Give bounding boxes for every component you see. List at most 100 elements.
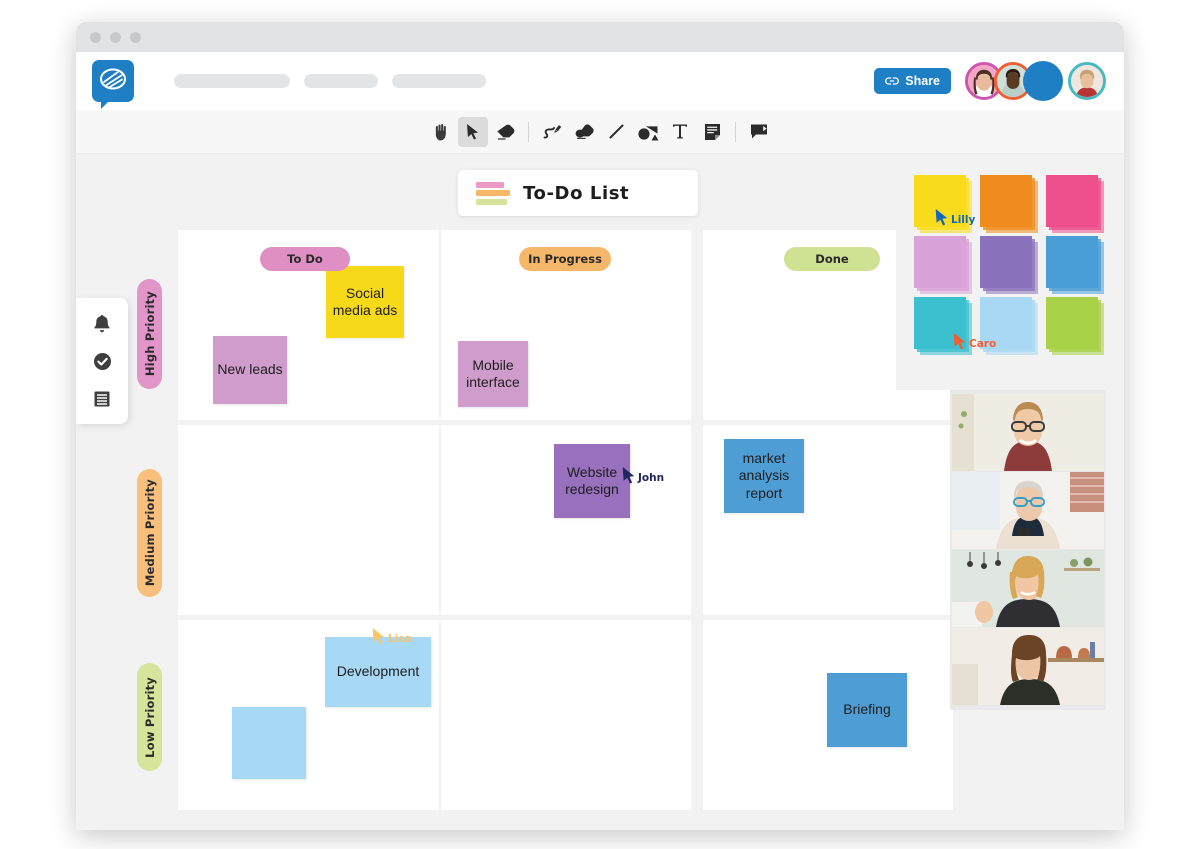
participant-3-video <box>952 550 1104 627</box>
header-actions: Share <box>874 61 1106 101</box>
line-icon <box>609 124 623 139</box>
column-header-done[interactable]: Done <box>784 247 880 271</box>
column-header-inprogress[interactable]: In Progress <box>519 247 611 271</box>
toolbar-separator-1 <box>528 121 529 142</box>
row-label-medium-text: Medium Priority <box>142 479 157 587</box>
nav-placeholders <box>174 74 486 88</box>
palette-swatch-teal[interactable] <box>914 297 972 355</box>
bell-glyph <box>94 314 110 332</box>
palette-swatch-lilac[interactable] <box>914 236 972 294</box>
sticky-note-palette <box>896 154 1124 390</box>
sticky-note-mobile-interface[interactable]: Mobile interface <box>458 341 528 407</box>
cell-todo-medium[interactable] <box>178 425 439 615</box>
palette-grid <box>914 175 1124 355</box>
list-bars-icon <box>476 181 510 205</box>
sticky-note-development[interactable]: Development <box>325 637 431 707</box>
shapes-icon <box>638 125 659 140</box>
cursor-arrow-icon <box>467 123 478 140</box>
list-bar-1 <box>476 181 504 188</box>
avatar-3[interactable] <box>1023 61 1063 101</box>
link-icon <box>885 77 900 85</box>
tool-shapes[interactable] <box>633 117 663 147</box>
row-label-high[interactable]: High Priority <box>137 279 162 389</box>
share-button[interactable]: Share <box>874 68 951 94</box>
check-circle-icon[interactable] <box>89 348 115 374</box>
minimize-button[interactable] <box>110 31 121 43</box>
sticky-note-social-media-ads[interactable]: Social media ads <box>326 266 404 338</box>
list-icon[interactable] <box>89 386 115 412</box>
participant-1-video <box>952 394 1104 471</box>
video-tile-participant-1[interactable] <box>952 394 1104 471</box>
app-header: Share <box>76 52 1124 110</box>
highlighter-icon <box>575 123 594 139</box>
cell-inprogress-low[interactable] <box>441 620 691 810</box>
list-bar-2 <box>476 190 510 196</box>
video-tile-participant-3[interactable] <box>952 550 1104 627</box>
palette-swatch-green[interactable] <box>1046 297 1104 355</box>
palette-swatch-purple[interactable] <box>980 236 1038 294</box>
participant-4-video <box>952 628 1104 705</box>
hand-icon <box>435 123 446 140</box>
sticky-note-text: Website redesign <box>565 463 619 498</box>
tool-sticky-note[interactable] <box>697 117 727 147</box>
tool-select[interactable] <box>458 116 488 147</box>
sticky-note-website-redesign[interactable]: Website redesign <box>554 444 630 518</box>
video-call-panel <box>950 390 1106 710</box>
column-header-inprogress-label: In Progress <box>528 252 602 266</box>
tool-text[interactable] <box>665 117 695 147</box>
palette-swatch-blue[interactable] <box>1046 236 1104 294</box>
list-glyph <box>94 391 110 407</box>
column-header-todo[interactable]: To Do <box>260 247 350 271</box>
sticky-note-blank[interactable] <box>232 707 306 779</box>
sticky-note-text: New leads <box>217 361 283 378</box>
row-label-low[interactable]: Low Priority <box>137 663 162 771</box>
tool-highlighter[interactable] <box>569 117 599 147</box>
palette-swatch-lightblue[interactable] <box>980 297 1038 355</box>
window-titlebar <box>76 22 1124 52</box>
avatar-4[interactable] <box>1068 62 1106 100</box>
tool-hand[interactable] <box>426 117 456 147</box>
palette-swatch-pink[interactable] <box>1046 175 1104 233</box>
row-label-low-text: Low Priority <box>142 676 157 758</box>
sticky-note-text: Development <box>336 663 420 680</box>
nav-placeholder-2[interactable] <box>304 74 378 88</box>
tool-line[interactable] <box>601 117 631 147</box>
close-button[interactable] <box>90 31 101 43</box>
sticky-note-market-analysis-report[interactable]: market analysis report <box>724 439 804 513</box>
participant-2-video <box>952 472 1104 549</box>
whiteboard-canvas[interactable]: To-Do List To Do In Progress Done High P… <box>76 154 1124 830</box>
sticky-note-text: Mobile interface <box>466 356 520 391</box>
board-title-card[interactable]: To-Do List <box>458 170 698 216</box>
video-tile-participant-4[interactable] <box>952 628 1104 705</box>
drawing-toolbar <box>76 110 1124 154</box>
toolbar-separator-2 <box>735 121 736 142</box>
tool-comment[interactable] <box>744 117 774 147</box>
browser-window: Share To-Do List To Do In Progress Done … <box>76 22 1124 830</box>
column-header-done-label: Done <box>815 252 849 266</box>
list-bar-3 <box>476 198 507 205</box>
sticky-note-text: Social media ads <box>332 284 398 319</box>
video-tile-participant-2[interactable] <box>952 472 1104 549</box>
comment-icon <box>751 124 767 139</box>
bell-icon[interactable] <box>89 310 115 336</box>
board-title: To-Do List <box>523 182 630 204</box>
avatar-group <box>965 61 1106 101</box>
nav-placeholder-1[interactable] <box>174 74 290 88</box>
tool-pen[interactable] <box>537 117 567 147</box>
pen-icon <box>543 125 562 139</box>
palette-swatch-orange[interactable] <box>980 175 1038 233</box>
row-label-medium[interactable]: Medium Priority <box>137 469 162 597</box>
canvas-side-rail <box>76 298 128 424</box>
tool-eraser[interactable] <box>490 117 520 147</box>
sticky-note-icon <box>704 123 720 140</box>
sticky-note-briefing[interactable]: Briefing <box>827 673 907 747</box>
speech-bubble-logo[interactable] <box>92 60 134 109</box>
sticky-note-text: market analysis report <box>738 449 790 501</box>
nav-placeholder-3[interactable] <box>392 74 486 88</box>
sticky-note-new-leads[interactable]: New leads <box>213 336 287 404</box>
maximize-button[interactable] <box>130 31 141 43</box>
eraser-icon <box>497 124 515 140</box>
palette-swatch-yellow[interactable] <box>914 175 972 233</box>
check-circle-glyph <box>93 352 111 370</box>
share-button-label: Share <box>905 74 940 88</box>
